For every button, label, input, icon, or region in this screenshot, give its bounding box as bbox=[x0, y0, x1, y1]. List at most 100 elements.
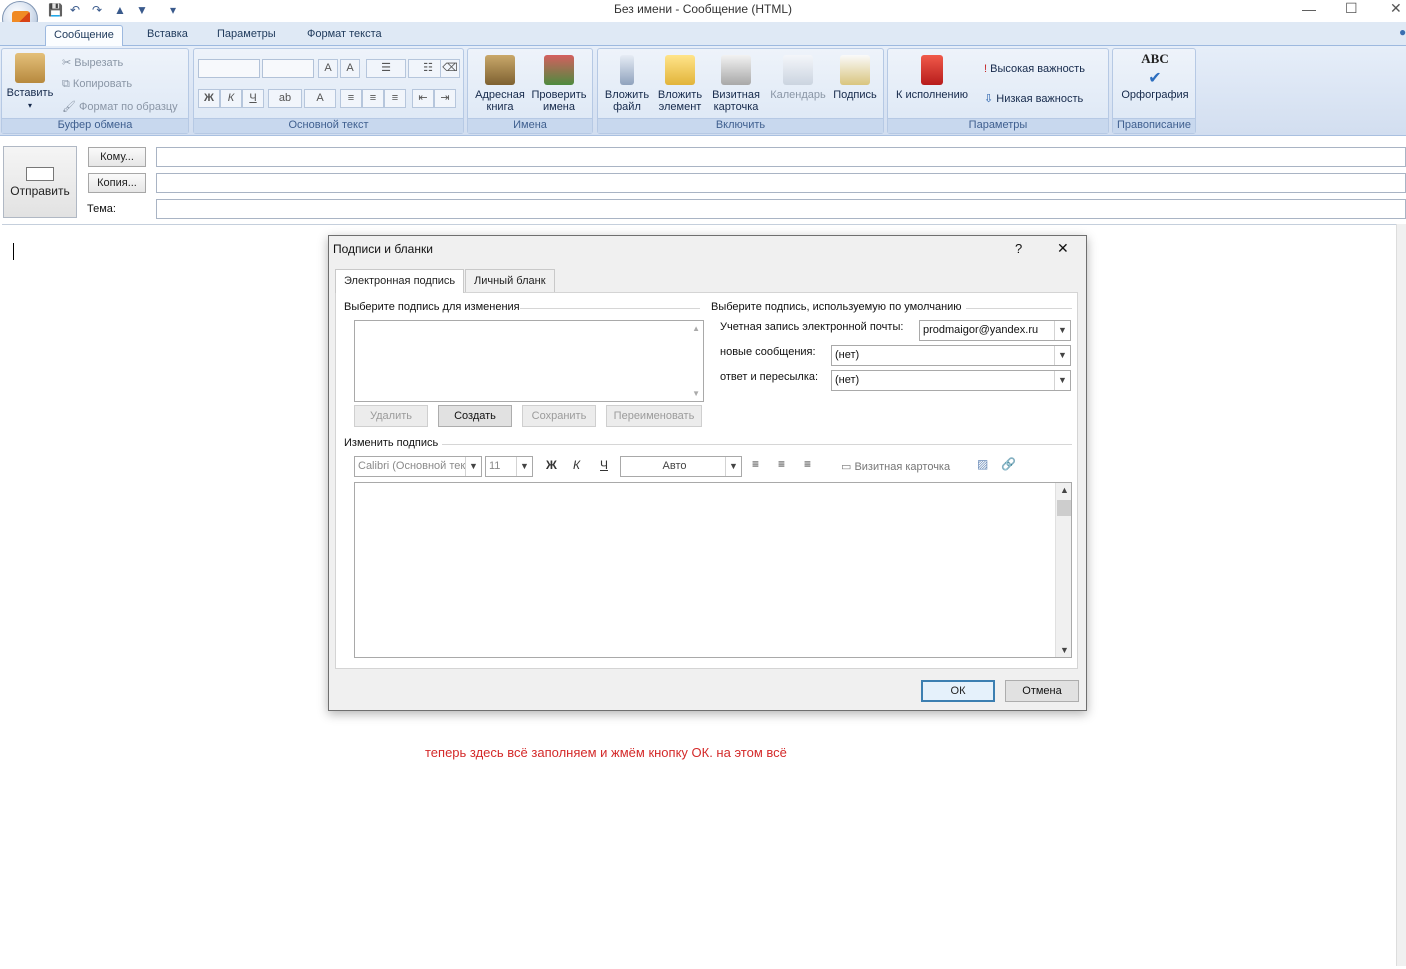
paste-button[interactable]: Вставить ▾ bbox=[4, 53, 56, 112]
send-label: Отправить bbox=[10, 184, 70, 198]
send-button[interactable]: Отправить bbox=[3, 146, 77, 218]
signature-font-dropdown[interactable]: Calibri (Основной текст) ▼ bbox=[354, 456, 482, 477]
ribbon: Вставить ▾ ✂ Вырезать ⧉ Копировать 🖌 Форм… bbox=[0, 46, 1406, 136]
address-book-button[interactable]: Адресная книга bbox=[470, 55, 530, 113]
account-dropdown[interactable]: prodmaigor@yandex.ru ▼ bbox=[919, 320, 1071, 341]
save-icon[interactable]: 💾 bbox=[48, 3, 63, 17]
save-button[interactable]: Сохранить bbox=[522, 405, 596, 427]
cancel-button[interactable]: Отмена bbox=[1005, 680, 1079, 702]
align-left-icon[interactable]: ≡ bbox=[340, 89, 362, 108]
business-card-button[interactable]: Визитная карточка bbox=[706, 55, 766, 113]
cc-field[interactable] bbox=[156, 173, 1406, 193]
ok-button[interactable]: ОК bbox=[921, 680, 995, 702]
shrink-font-icon[interactable]: A bbox=[340, 59, 360, 78]
tab-options[interactable]: Параметры bbox=[209, 25, 284, 46]
font-combo[interactable] bbox=[198, 59, 260, 78]
spelling-button[interactable]: ABC ✔ Орфография bbox=[1115, 52, 1195, 101]
sig-align-right-icon[interactable]: ≡ bbox=[804, 457, 811, 471]
highlight-icon[interactable]: ab bbox=[268, 89, 302, 108]
signatures-dialog: Подписи и бланки ? ✕ Электронная подпись… bbox=[328, 235, 1087, 711]
sig-align-center-icon[interactable]: ≡ bbox=[778, 457, 785, 471]
to-button[interactable]: Кому... bbox=[88, 147, 146, 167]
attach-item-button[interactable]: Вложить элемент bbox=[654, 55, 706, 113]
new-messages-value: (нет) bbox=[835, 349, 860, 361]
sig-business-card-button[interactable]: ▭ Визитная карточка bbox=[841, 460, 950, 473]
scroll-thumb[interactable] bbox=[1057, 500, 1071, 516]
underline-button[interactable]: Ч bbox=[242, 89, 264, 108]
cc-button[interactable]: Копия... bbox=[88, 173, 146, 193]
calendar-button[interactable]: Календарь bbox=[768, 55, 828, 101]
chevron-down-icon: ▼ bbox=[1054, 346, 1070, 365]
reply-forward-dropdown[interactable]: (нет) ▼ bbox=[831, 370, 1071, 391]
format-painter-button[interactable]: 🖌 Формат по образцу bbox=[62, 100, 178, 113]
signature-color-dropdown[interactable]: Авто ▼ bbox=[620, 456, 742, 477]
dialog-title: Подписи и бланки bbox=[333, 242, 433, 256]
tab-format-text[interactable]: Формат текста bbox=[299, 25, 390, 46]
delete-button[interactable]: Удалить bbox=[354, 405, 428, 427]
customize-toolbar-icon[interactable]: ▾ bbox=[170, 3, 176, 17]
increase-indent-icon[interactable]: ⇥ bbox=[434, 89, 456, 108]
default-signature-label: Выберите подпись, используемую по умолча… bbox=[711, 301, 962, 313]
scroll-up-icon[interactable]: ▲ bbox=[692, 324, 700, 333]
signature-editor[interactable]: ▲ ▼ bbox=[354, 482, 1072, 658]
signature-italic-button[interactable]: К bbox=[573, 458, 580, 472]
attach-file-label: Вложить файл bbox=[604, 89, 650, 113]
italic-button[interactable]: К bbox=[220, 89, 242, 108]
attach-file-button[interactable]: Вложить файл bbox=[600, 55, 654, 113]
address-book-label: Адресная книга bbox=[475, 89, 525, 113]
copy-button[interactable]: ⧉ Копировать bbox=[62, 78, 132, 91]
paste-label: Вставить bbox=[6, 87, 54, 99]
editor-scrollbar[interactable]: ▲ ▼ bbox=[1055, 483, 1071, 657]
previous-item-icon[interactable]: ▲ bbox=[114, 3, 126, 17]
redo-icon[interactable]: ↷ bbox=[92, 3, 102, 17]
chevron-down-icon: ▼ bbox=[516, 457, 532, 476]
check-names-button[interactable]: Проверить имена bbox=[528, 55, 590, 113]
minimize-icon[interactable]: — bbox=[1302, 1, 1316, 17]
chevron-down-icon: ▼ bbox=[465, 457, 481, 476]
high-importance-button[interactable]: ! Высокая важность bbox=[984, 63, 1085, 75]
align-center-icon[interactable]: ≡ bbox=[362, 89, 384, 108]
follow-up-button[interactable]: К исполнению bbox=[890, 55, 974, 101]
next-item-icon[interactable]: ▼ bbox=[136, 3, 148, 17]
sig-align-left-icon[interactable]: ≡ bbox=[752, 457, 759, 471]
font-color-icon[interactable]: A bbox=[304, 89, 336, 108]
scroll-down-icon[interactable]: ▼ bbox=[692, 389, 700, 398]
tab-message[interactable]: Сообщение bbox=[45, 25, 123, 47]
scroll-down-icon[interactable]: ▼ bbox=[1060, 645, 1069, 655]
tab-email-signature[interactable]: Электронная подпись bbox=[335, 269, 465, 293]
bullets-icon[interactable]: ☰ bbox=[366, 59, 406, 78]
insert-picture-icon[interactable]: ▨ bbox=[977, 457, 988, 471]
signature-underline-button[interactable]: Ч bbox=[600, 458, 608, 472]
dialog-close-button[interactable]: ✕ bbox=[1057, 240, 1069, 257]
low-importance-button[interactable]: ⇩ Низкая важность bbox=[984, 92, 1083, 105]
window-title: Без имени - Сообщение (HTML) bbox=[613, 2, 793, 16]
rename-button[interactable]: Переименовать bbox=[606, 405, 702, 427]
tab-insert[interactable]: Вставка bbox=[139, 25, 196, 46]
align-right-icon[interactable]: ≡ bbox=[384, 89, 406, 108]
close-icon[interactable]: ✕ bbox=[1390, 0, 1402, 17]
to-field[interactable] bbox=[156, 147, 1406, 167]
maximize-icon[interactable]: ☐ bbox=[1345, 0, 1358, 17]
cut-button[interactable]: ✂ Вырезать bbox=[62, 56, 123, 69]
create-button[interactable]: Создать bbox=[438, 405, 512, 427]
insert-hyperlink-icon[interactable]: 🔗 bbox=[1001, 457, 1016, 471]
grow-font-icon[interactable]: A bbox=[318, 59, 338, 78]
dialog-help-button[interactable]: ? bbox=[1015, 241, 1022, 256]
clear-format-icon[interactable]: ⌫ bbox=[440, 59, 460, 78]
signature-list[interactable]: ▲ ▼ bbox=[354, 320, 704, 402]
body-scrollbar[interactable] bbox=[1396, 224, 1406, 966]
account-label: Учетная запись электронной почты: bbox=[720, 321, 904, 333]
decrease-indent-icon[interactable]: ⇤ bbox=[412, 89, 434, 108]
bold-button[interactable]: Ж bbox=[198, 89, 220, 108]
tab-personal-stationery[interactable]: Личный бланк bbox=[465, 269, 555, 292]
signature-size-dropdown[interactable]: 11 ▼ bbox=[485, 456, 533, 477]
signature-button[interactable]: Подпись bbox=[828, 55, 882, 101]
high-importance-label: Высокая важность bbox=[990, 63, 1085, 75]
scroll-up-icon[interactable]: ▲ bbox=[1060, 485, 1069, 495]
new-messages-dropdown[interactable]: (нет) ▼ bbox=[831, 345, 1071, 366]
font-size-combo[interactable] bbox=[262, 59, 314, 78]
signature-bold-button[interactable]: Ж bbox=[546, 458, 557, 472]
help-icon[interactable]: ● bbox=[1399, 25, 1406, 39]
subject-field[interactable] bbox=[156, 199, 1406, 219]
undo-icon[interactable]: ↶ bbox=[70, 3, 80, 17]
